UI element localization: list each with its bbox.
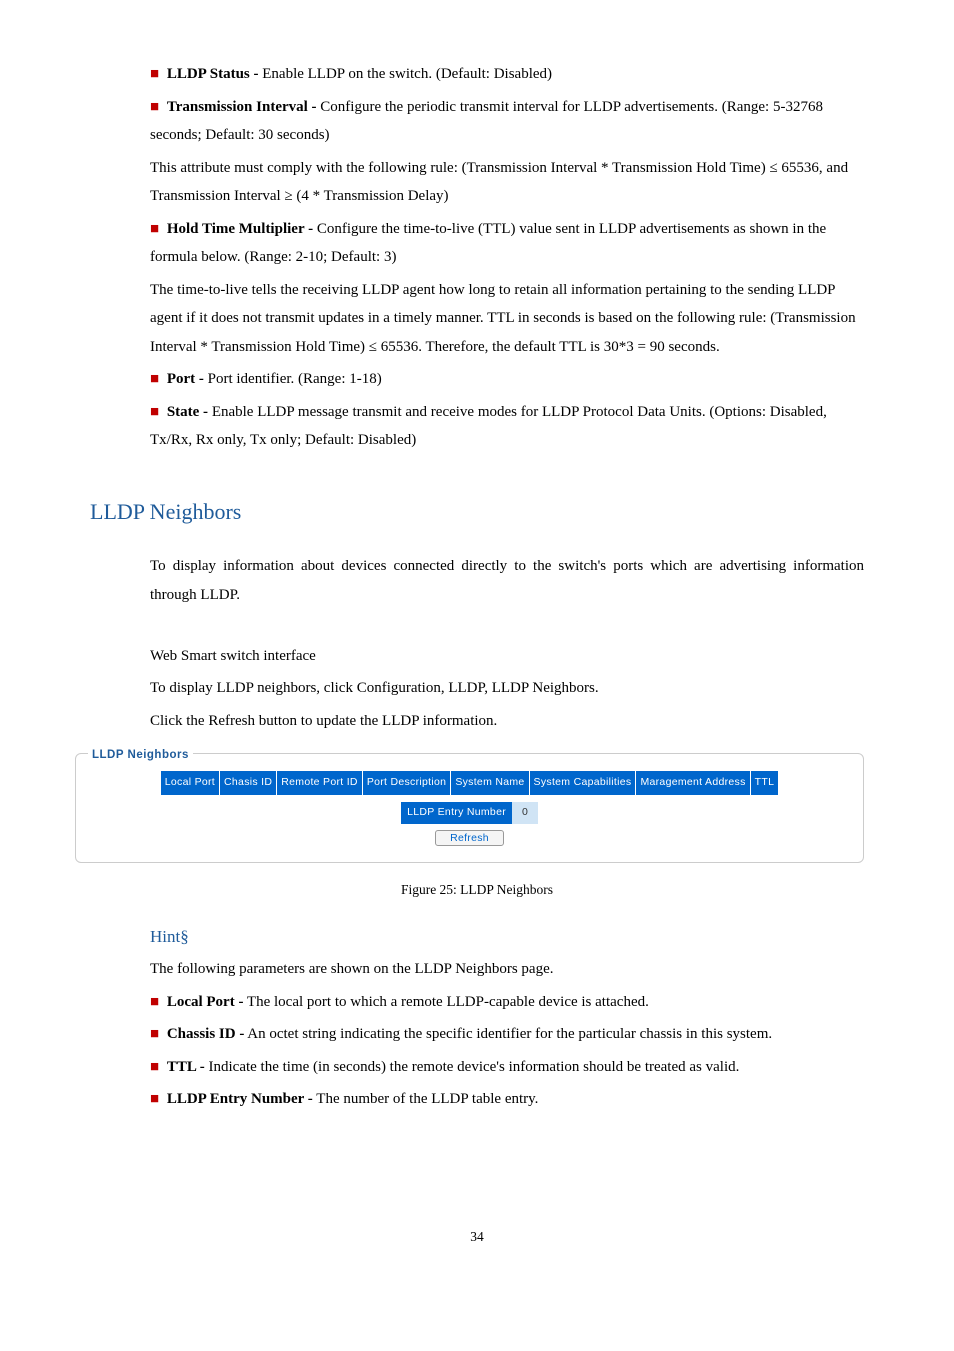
col-mgmt-addr: Maragement Address: [636, 771, 750, 796]
square-bullet-icon: ■: [150, 1091, 159, 1107]
col-ttl: TTL: [750, 771, 779, 796]
square-bullet-icon: ■: [150, 1026, 159, 1042]
square-bullet-icon: ■: [150, 221, 159, 237]
col-system-cap: System Capabilities: [529, 771, 636, 796]
col-port-desc: Port Description: [362, 771, 451, 796]
entry-number-value: 0: [512, 802, 538, 824]
bullet-label: Hold Time Multiplier -: [167, 221, 313, 237]
hint-item-chassis-id: ■ Chassis ID - An octet string indicatin…: [150, 1020, 864, 1049]
lldp-neighbors-figure: LLDP Neighbors Local Port Chasis ID Remo…: [75, 753, 864, 863]
col-remote-port: Remote Port ID: [277, 771, 363, 796]
lldp-neighbors-table: Local Port Chasis ID Remote Port ID Port…: [160, 770, 779, 796]
table-header-row: Local Port Chasis ID Remote Port ID Port…: [160, 771, 778, 796]
refresh-button[interactable]: Refresh: [435, 830, 504, 846]
col-system-name: System Name: [451, 771, 529, 796]
web-interface-line: Web Smart switch interface: [150, 642, 864, 671]
hint-item-ttl: ■ TTL - Indicate the time (in seconds) t…: [150, 1053, 864, 1082]
top-bullet-block: ■ LLDP Status - Enable LLDP on the switc…: [150, 60, 864, 455]
col-local-port: Local Port: [160, 771, 219, 796]
col-chasis-id: Chasis ID: [220, 771, 277, 796]
square-bullet-icon: ■: [150, 66, 159, 82]
bullet-label: LLDP Entry Number -: [167, 1091, 313, 1107]
bullet-label: LLDP Status -: [167, 66, 259, 82]
bullet-state: ■ State - Enable LLDP message transmit a…: [150, 398, 864, 455]
bullet-label: Transmission Interval -: [167, 99, 317, 115]
entry-number-label: LLDP Entry Number: [401, 802, 512, 824]
figure-legend: LLDP Neighbors: [88, 745, 193, 767]
page-number: 34: [90, 1224, 864, 1250]
hint-item-entry-number: ■ LLDP Entry Number - The number of the …: [150, 1085, 864, 1114]
bullet-port: ■ Port - Port identifier. (Range: 1-18): [150, 365, 864, 394]
bullet-text: The number of the LLDP table entry.: [313, 1091, 539, 1107]
bullet-text: Enable LLDP on the switch. (Default: Dis…: [259, 66, 553, 82]
bullet-transmission-interval: ■ Transmission Interval - Configure the …: [150, 93, 864, 150]
section-intro: To display information about devices con…: [150, 552, 864, 609]
bullet-extra-text: This attribute must comply with the foll…: [150, 154, 864, 211]
square-bullet-icon: ■: [150, 99, 159, 115]
square-bullet-icon: ■: [150, 994, 159, 1010]
section-body: To display information about devices con…: [150, 552, 864, 735]
entry-number-row: LLDP Entry Number0: [88, 802, 851, 824]
figure-caption: Figure 25: LLDP Neighbors: [90, 877, 864, 903]
bullet-text: Enable LLDP message transmit and receive…: [150, 404, 827, 449]
bullet-extra-text: The time-to-live tells the receiving LLD…: [150, 276, 864, 362]
hint-section: Hint§ The following parameters are shown…: [150, 921, 864, 1114]
bullet-label: Port -: [167, 371, 204, 387]
hint-title: Hint§: [150, 921, 864, 953]
square-bullet-icon: ■: [150, 1059, 159, 1075]
bullet-text: The local port to which a remote LLDP-ca…: [243, 994, 648, 1010]
bullet-label: Local Port -: [167, 994, 244, 1010]
bullet-lldp-status: ■ LLDP Status - Enable LLDP on the switc…: [150, 60, 864, 89]
navigation-line: To display LLDP neighbors, click Configu…: [150, 674, 864, 703]
square-bullet-icon: ■: [150, 404, 159, 420]
bullet-text: An octet string indicating the specific …: [244, 1026, 772, 1042]
bullet-text: Indicate the time (in seconds) the remot…: [205, 1059, 740, 1075]
bullet-label: State -: [167, 404, 208, 420]
hint-item-local-port: ■ Local Port - The local port to which a…: [150, 988, 864, 1017]
bullet-text: Port identifier. (Range: 1-18): [204, 371, 382, 387]
section-title-lldp-neighbors: LLDP Neighbors: [90, 491, 864, 533]
square-bullet-icon: ■: [150, 371, 159, 387]
bullet-label: TTL -: [167, 1059, 205, 1075]
refresh-instruction-line: Click the Refresh button to update the L…: [150, 707, 864, 736]
bullet-hold-time-multiplier: ■ Hold Time Multiplier - Configure the t…: [150, 215, 864, 272]
hint-intro: The following parameters are shown on th…: [150, 955, 864, 984]
bullet-label: Chassis ID -: [167, 1026, 245, 1042]
